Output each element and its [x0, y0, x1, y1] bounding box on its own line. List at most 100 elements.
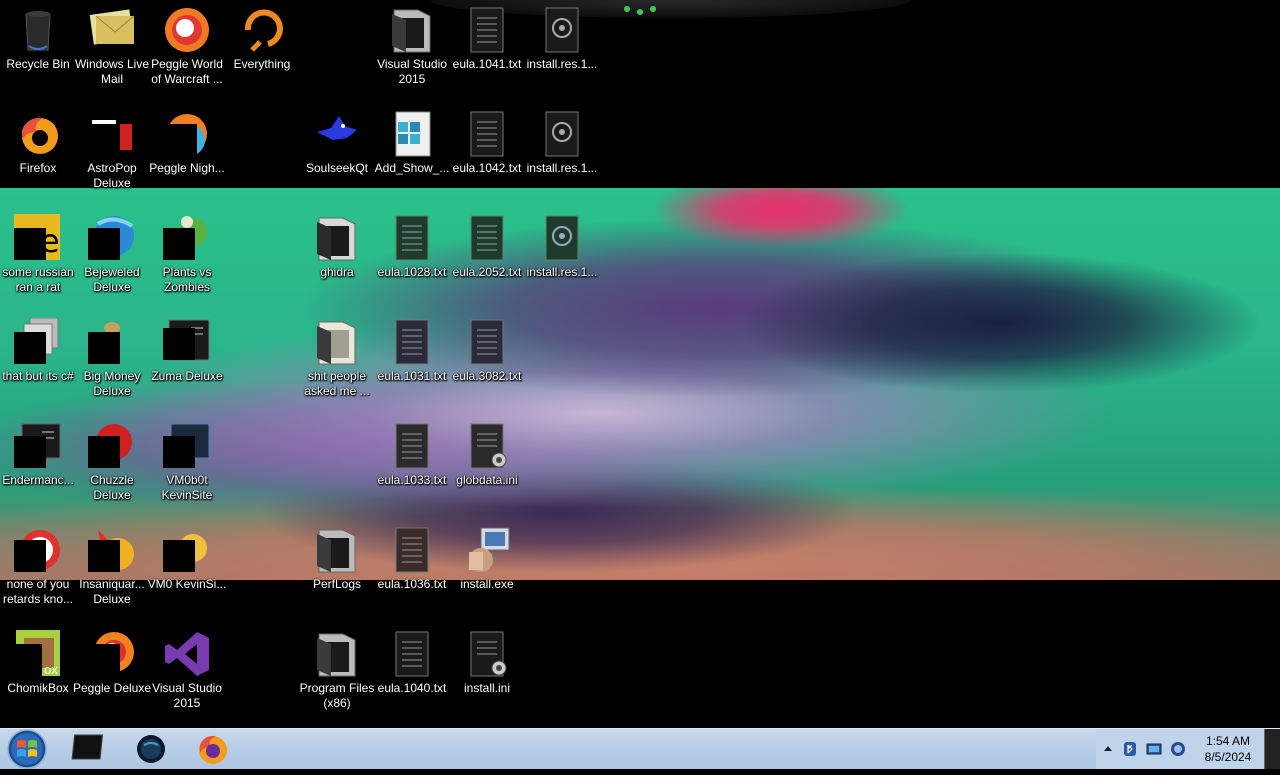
text-file-icon [395, 631, 429, 677]
desktop-icon-install-exe[interactable]: install.exe [449, 520, 525, 620]
text-file-icon [395, 215, 429, 261]
desktop-icon-visual-studio-2015[interactable]: Visual Studio 2015 [149, 624, 225, 724]
desktop-icon-label: Program Files (x86) [299, 681, 375, 710]
desktop-icon-insaniquarium-deluxe[interactable]: Insaniquar... Deluxe [74, 520, 150, 620]
desktop-icon-chuzzle-deluxe[interactable]: Chuzzle Deluxe [74, 416, 150, 516]
desktop-icon-big-money-deluxe[interactable]: Big Money Deluxe [74, 312, 150, 412]
desktop-icon-label: Peggle Deluxe [72, 681, 152, 695]
desktop-icon-label: AstroPop Deluxe [87, 161, 137, 190]
desktop-icon-label: install.res.1... [526, 57, 598, 71]
desktop-icon-eula-1041[interactable]: eula.1041.txt [449, 0, 525, 100]
desktop-icon-soulseekqt[interactable]: SoulseekQt [299, 104, 375, 204]
desktop-icon-label: eula.1036.txt [377, 577, 447, 591]
desktop-icon-label: install.exe [460, 577, 514, 591]
chuzzle-icon [88, 424, 132, 468]
resource-file-icon [545, 111, 579, 157]
desktop-icon-some-russian-ran-a-rat[interactable]: e some russian ran a rat [0, 208, 76, 308]
taskbar-app-terminal[interactable] [62, 731, 116, 767]
desktop-icon-that-but-its-csharp[interactable]: that but its c# [0, 312, 76, 412]
desktop-icon-zuma-deluxe[interactable]: Zuma Deluxe [149, 312, 225, 412]
desktop-icon-label: none of you retards kno... [2, 577, 74, 606]
desktop-icon-eula-1028[interactable]: eula.1028.txt [374, 208, 450, 308]
desktop[interactable]: Recycle Bin Firefox e some russian ran a… [0, 0, 1280, 728]
desktop-icon-vm0-kevinsite[interactable]: VM0 KevinSi... [148, 520, 226, 620]
terminal-icon [71, 734, 104, 760]
desktop-icon-none-of-you[interactable]: none of you retards kno... [0, 520, 76, 620]
start-button[interactable] [4, 728, 50, 770]
shortcut-icon [14, 530, 60, 572]
bejeweled-icon [88, 216, 134, 260]
desktop-icon-label: Peggle World of Warcraft ... [151, 57, 223, 86]
desktop-icon-install-res-1[interactable]: install.res.1... [524, 0, 600, 100]
desktop-icon-install-ini[interactable]: install.ini [449, 624, 525, 724]
show-hidden-icons-arrow-icon[interactable] [1100, 741, 1116, 757]
zuma-icon [163, 319, 210, 361]
desktop-icon-label: VM0b0t KevinSite [161, 473, 213, 502]
bluetooth-icon[interactable] [1122, 741, 1138, 757]
text-file-icon [470, 215, 504, 261]
desktop-icon-eula-1040[interactable]: eula.1040.txt [374, 624, 450, 724]
desktop-icon-label: eula.1040.txt [377, 681, 447, 695]
desktop-icon-label: Endermanc... [2, 473, 74, 487]
desktop-icon-peggle-world-of-warcraft[interactable]: Peggle World of Warcraft ... [149, 0, 225, 100]
desktop-icon-visual-studio-2015-folder[interactable]: Visual Studio 2015 [374, 0, 450, 100]
desktop-icon-everything[interactable]: Everything [224, 0, 300, 100]
taskbar-app-firefox[interactable] [186, 731, 240, 767]
desktop-icon-eula-1031[interactable]: eula.1031.txt [374, 312, 450, 412]
desktop-icon-install-res-3[interactable]: install.res.1... [524, 208, 600, 308]
big-money-icon [88, 322, 120, 364]
desktop-icon-firefox[interactable]: Firefox [0, 104, 76, 204]
desktop-icon-plants-vs-zombies[interactable]: Plants vs Zombies [149, 208, 225, 308]
desktop-icon-label: that but its c# [2, 369, 74, 383]
desktop-icon-ghidra[interactable]: ghidra [299, 208, 375, 308]
desktop-icon-program-files-x86[interactable]: Program Files (x86) [299, 624, 375, 724]
desktop-icon-label: Visual Studio 2015 [152, 681, 222, 710]
desktop-icon-eula-3082[interactable]: eula.3082.txt [449, 312, 525, 412]
desktop-icon-add-show[interactable]: Add_Show_... [374, 104, 450, 204]
desktop-icon-recycle-bin[interactable]: Recycle Bin [0, 0, 76, 100]
clock-time: 1:54 AM [1205, 734, 1251, 748]
resource-file-icon [545, 7, 579, 53]
desktop-icon-shit-people-asked-me[interactable]: shit people asked me ... [299, 312, 375, 412]
desktop-icon-eula-2052[interactable]: eula.2052.txt [449, 208, 525, 308]
folder-icon [317, 217, 356, 261]
desktop-icon-peggle-deluxe[interactable]: Peggle Deluxe [73, 624, 151, 724]
insaniquarium-icon [88, 530, 134, 572]
top-gadget-dots [624, 6, 656, 16]
desktop-icon-label: Windows Live Mail [74, 57, 150, 86]
taskbar-clock[interactable]: 1:54 AM 8/5/2024 [1192, 733, 1264, 765]
desktop-icon-chomikbox[interactable]: ox ChomikBox [0, 624, 76, 724]
desktop-icon-peggle-nights[interactable]: Peggle Nigh... [149, 104, 225, 204]
volume-icon[interactable] [1170, 741, 1186, 757]
desktop-icon-globdata-ini[interactable]: globdata.ini [449, 416, 525, 516]
desktop-icon-label: PerfLogs [312, 577, 362, 591]
desktop-icon-label: Recycle Bin [6, 57, 70, 71]
visual-studio-icon [165, 632, 209, 676]
taskbar-app-globe[interactable] [124, 731, 178, 767]
desktop-icon-label: Chuzzle Deluxe [90, 473, 134, 502]
show-desktop-button[interactable] [1264, 729, 1280, 769]
desktop-icon-label: Bejeweled Deluxe [84, 265, 140, 294]
desktop-icon-astropop-deluxe[interactable]: AstroPop Deluxe [74, 104, 150, 204]
desktop-icon-install-res-2[interactable]: install.res.1... [524, 104, 600, 204]
desktop-icon-bejeweled-deluxe[interactable]: Bejeweled Deluxe [74, 208, 150, 308]
desktop-icon-label: Firefox [19, 161, 57, 175]
desktop-icon-eula-1033[interactable]: eula.1033.txt [374, 416, 450, 516]
network-icon[interactable] [1146, 741, 1162, 757]
desktop-icon-label: eula.3082.txt [452, 369, 522, 383]
settings-file-icon [470, 423, 507, 469]
desktop-icon-perflogs[interactable]: PerfLogs [299, 520, 375, 620]
text-file-icon [470, 111, 504, 157]
desktop-icon-windows-live-mail[interactable]: Windows Live Mail [74, 0, 150, 100]
text-file-icon [395, 319, 429, 365]
shortcut-icon [14, 423, 61, 468]
astropop-icon [88, 120, 132, 156]
desktop-icon-vm0b0t-kevinsite[interactable]: VM0b0t KevinSite [149, 416, 225, 516]
peggle-wow-icon [165, 8, 209, 52]
desktop-icon-endermanch[interactable]: Endermanc... [0, 416, 76, 516]
desktop-icon-eula-1036[interactable]: eula.1036.txt [374, 520, 450, 620]
firefox-icon [22, 117, 58, 154]
svg-text:ox: ox [44, 663, 58, 677]
desktop-icon-eula-1042[interactable]: eula.1042.txt [449, 104, 525, 204]
settings-file-icon [470, 631, 507, 677]
